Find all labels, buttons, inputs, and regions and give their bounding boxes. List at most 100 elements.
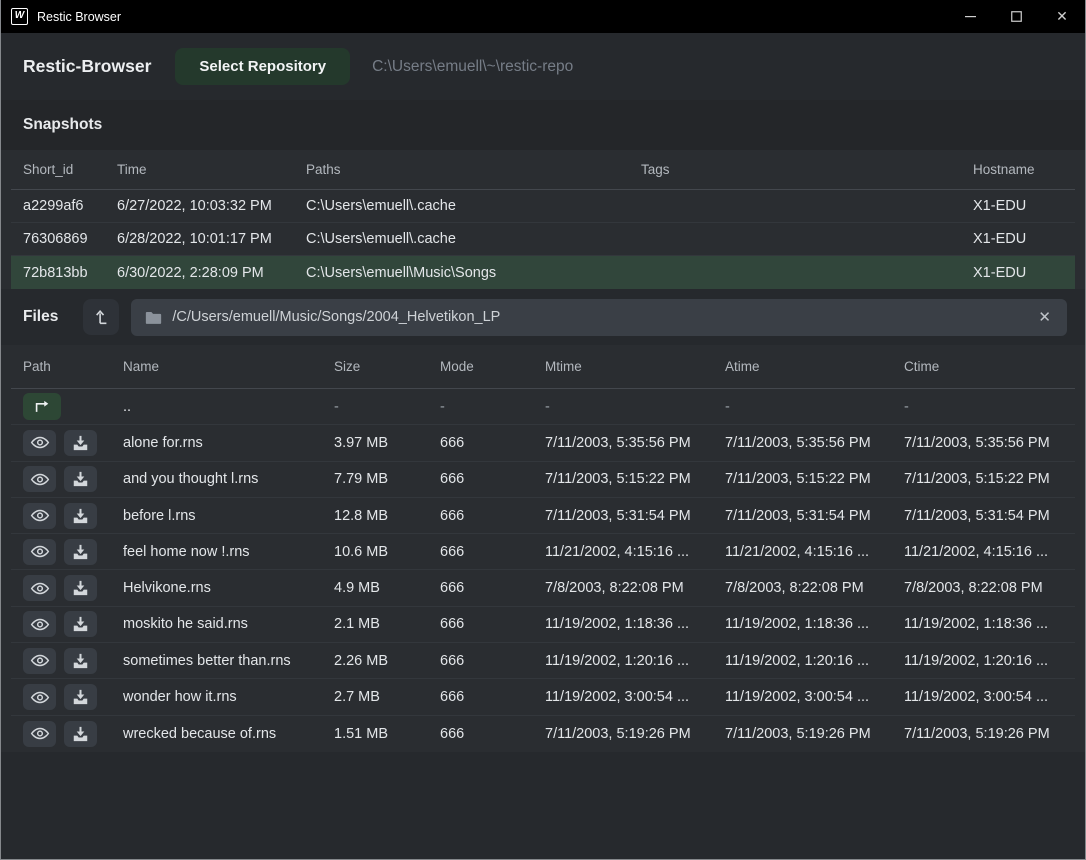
file-size: 2.26 MB	[334, 653, 440, 669]
download-icon	[72, 580, 89, 596]
file-size: 10.6 MB	[334, 544, 440, 560]
snapshot-time: 6/27/2022, 10:03:32 PM	[117, 198, 306, 214]
file-name: wonder how it.rns	[123, 689, 334, 705]
app-icon: W	[11, 8, 28, 25]
file-mode: 666	[440, 580, 545, 596]
download-file-button[interactable]	[64, 575, 97, 601]
snapshot-paths: C:\Users\emuell\Music\Songs	[306, 265, 641, 281]
up-right-arrow-icon	[33, 399, 51, 414]
file-row: wonder how it.rns 2.7 MB 666 11/19/2002,…	[11, 679, 1075, 715]
file-name: alone for.rns	[123, 435, 334, 451]
file-row: feel home now !.rns 10.6 MB 666 11/21/20…	[11, 534, 1075, 570]
view-file-button[interactable]	[23, 611, 56, 637]
file-size: 12.8 MB	[334, 508, 440, 524]
file-atime: 7/11/2003, 5:15:22 PM	[725, 471, 904, 487]
download-file-button[interactable]	[64, 430, 97, 456]
file-mtime: 7/8/2003, 8:22:08 PM	[545, 580, 725, 596]
file-atime: 7/11/2003, 5:19:26 PM	[725, 726, 904, 742]
clear-path-button[interactable]: ✕	[1036, 308, 1053, 326]
files-table-body: alone for.rns 3.97 MB 666 7/11/2003, 5:3…	[11, 425, 1075, 752]
column-path: Path	[23, 359, 123, 374]
file-row: and you thought l.rns 7.79 MB 666 7/11/2…	[11, 462, 1075, 498]
restic-browser-window: W Restic Browser ✕ Restic-Browser Select…	[0, 0, 1086, 860]
repository-path[interactable]: C:\Users\emuell\~\restic-repo	[372, 58, 573, 76]
file-mtime: 7/11/2003, 5:19:26 PM	[545, 726, 725, 742]
file-name: wrecked because of.rns	[123, 726, 334, 742]
snapshots-heading: Snapshots	[23, 116, 102, 134]
file-ctime: 7/8/2003, 8:22:08 PM	[904, 580, 1075, 596]
download-file-button[interactable]	[64, 721, 97, 747]
view-file-button[interactable]	[23, 684, 56, 710]
file-ctime: -	[904, 399, 1075, 415]
files-table-header: Path Name Size Mode Mtime Atime Ctime	[11, 345, 1075, 389]
snapshot-hostname: X1-EDU	[973, 265, 1075, 281]
snapshots-section-band: Snapshots	[1, 100, 1085, 150]
current-path-input[interactable]: /C/Users/emuell/Music/Songs/2004_Helveti…	[131, 299, 1067, 336]
column-atime: Atime	[725, 359, 904, 374]
file-atime: 11/19/2002, 1:18:36 ...	[725, 616, 904, 632]
file-name: feel home now !.rns	[123, 544, 334, 560]
file-mode: 666	[440, 616, 545, 632]
column-ctime: Ctime	[904, 359, 1075, 374]
snapshot-time: 6/28/2022, 10:01:17 PM	[117, 231, 306, 247]
file-mtime: 11/19/2002, 1:20:16 ...	[545, 653, 725, 669]
go-parent-directory-button[interactable]	[23, 393, 61, 420]
download-file-button[interactable]	[64, 466, 97, 492]
file-mtime: -	[545, 399, 725, 415]
file-row: sometimes better than.rns 2.26 MB 666 11…	[11, 643, 1075, 679]
snapshot-short-id: a2299af6	[23, 198, 117, 214]
column-paths: Paths	[306, 162, 641, 177]
download-icon	[72, 508, 89, 524]
column-name: Name	[123, 359, 334, 374]
file-mode: 666	[440, 544, 545, 560]
file-mode: 666	[440, 471, 545, 487]
maximize-button[interactable]	[993, 0, 1039, 33]
empty-area	[1, 752, 1085, 859]
snapshot-paths: C:\Users\emuell\.cache	[306, 231, 641, 247]
file-ctime: 7/11/2003, 5:35:56 PM	[904, 435, 1075, 451]
file-atime: -	[725, 399, 904, 415]
file-row: moskito he said.rns 2.1 MB 666 11/19/200…	[11, 607, 1075, 643]
path-up-button[interactable]	[83, 299, 119, 335]
download-file-button[interactable]	[64, 539, 97, 565]
download-icon	[72, 471, 89, 487]
download-file-button[interactable]	[64, 503, 97, 529]
maximize-icon	[1011, 11, 1022, 22]
files-toolbar: Files /C/Users/emuell/Music/Songs/2004_H…	[1, 289, 1085, 345]
column-short-id: Short_id	[23, 162, 117, 177]
view-file-button[interactable]	[23, 466, 56, 492]
snapshot-hostname: X1-EDU	[973, 198, 1075, 214]
file-atime: 11/19/2002, 3:00:54 ...	[725, 689, 904, 705]
file-ctime: 11/19/2002, 1:20:16 ...	[904, 653, 1075, 669]
view-file-button[interactable]	[23, 575, 56, 601]
select-repository-button[interactable]: Select Repository	[175, 48, 350, 85]
file-name: sometimes better than.rns	[123, 653, 334, 669]
eye-icon	[30, 726, 50, 741]
file-name: and you thought l.rns	[123, 471, 334, 487]
file-mode: 666	[440, 726, 545, 742]
file-mtime: 11/21/2002, 4:15:16 ...	[545, 544, 725, 560]
snapshot-short-id: 76306869	[23, 231, 117, 247]
column-size: Size	[334, 359, 440, 374]
file-mtime: 7/11/2003, 5:31:54 PM	[545, 508, 725, 524]
view-file-button[interactable]	[23, 539, 56, 565]
view-file-button[interactable]	[23, 503, 56, 529]
download-file-button[interactable]	[64, 648, 97, 674]
download-file-button[interactable]	[64, 684, 97, 710]
eye-icon	[30, 508, 50, 523]
eye-icon	[30, 472, 50, 487]
snapshot-row[interactable]: 72b813bb 6/30/2022, 2:28:09 PM C:\Users\…	[11, 256, 1075, 289]
close-button[interactable]: ✕	[1039, 0, 1085, 33]
file-size: 2.7 MB	[334, 689, 440, 705]
download-file-button[interactable]	[64, 611, 97, 637]
file-name: ..	[123, 399, 334, 415]
eye-icon	[30, 435, 50, 450]
view-file-button[interactable]	[23, 721, 56, 747]
view-file-button[interactable]	[23, 648, 56, 674]
eye-icon	[30, 617, 50, 632]
view-file-button[interactable]	[23, 430, 56, 456]
snapshot-row[interactable]: a2299af6 6/27/2022, 10:03:32 PM C:\Users…	[11, 190, 1075, 223]
minimize-button[interactable]	[947, 0, 993, 33]
file-name: moskito he said.rns	[123, 616, 334, 632]
snapshot-row[interactable]: 76306869 6/28/2022, 10:01:17 PM C:\Users…	[11, 223, 1075, 256]
